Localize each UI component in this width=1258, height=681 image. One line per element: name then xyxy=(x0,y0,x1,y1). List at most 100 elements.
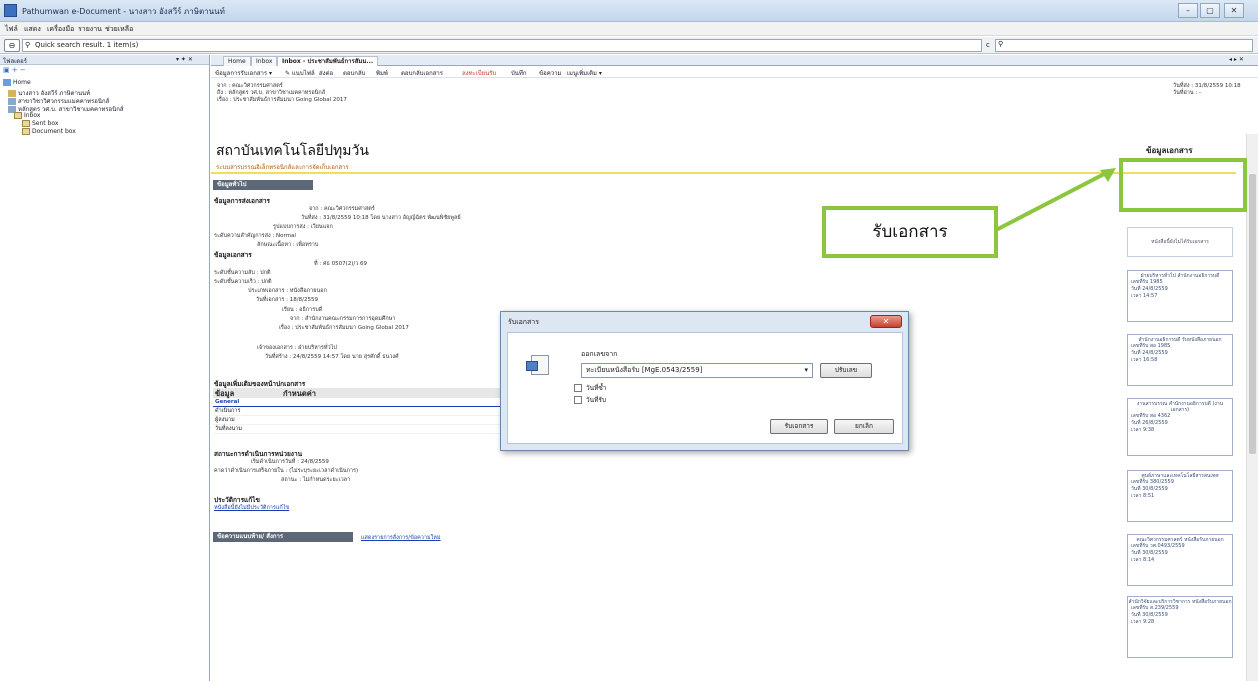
document-line: เรียน : อธิการบดี xyxy=(282,307,323,313)
routing-title: ศูนย์ภาษาและเทคโนโลยีสารสนเทศ xyxy=(1141,473,1219,479)
search-icon: ⚲ xyxy=(998,40,1004,48)
adjust-number-button[interactable]: ปรับเลข xyxy=(820,363,872,378)
menu-report[interactable]: รายงาน xyxy=(78,24,102,35)
menu-tools[interactable]: เครื่องมือ xyxy=(47,24,74,35)
receive-date-checkbox[interactable]: วันที่รับ xyxy=(574,395,606,405)
duplicate-date-checkbox[interactable]: วันที่ซ้ำ xyxy=(574,383,606,393)
general-section-bar[interactable]: ข้อมูลทั่วไป xyxy=(213,180,313,190)
routing-card: สำนักงานอธิการบดี รับหนังสือภายนอก เลขที… xyxy=(1127,334,1233,386)
routing-line: เลขที่รับ 380/2559 xyxy=(1131,479,1174,485)
reply-button[interactable]: ตอบกลับ xyxy=(343,68,365,78)
reply-document-button[interactable]: ตอบกลับเอกสาร xyxy=(401,68,443,78)
dialog-title: รับเอกสาร xyxy=(508,318,540,326)
receive-info-menu[interactable]: ข้อมูลการรับเอกสาร ▾ xyxy=(215,68,272,78)
attach-button[interactable]: ✎ แนบไฟล์ xyxy=(285,68,315,78)
document-heading: ข้อมูลเอกสาร xyxy=(214,251,252,259)
document-line: จาก : สำนักงานคณะกรรมการการอุดมศึกษา xyxy=(290,316,396,322)
attachment-section-bar[interactable]: ข้อความแนบท้าย/ สั่งการ xyxy=(213,532,353,542)
folder-panel: โฟลเดอร์ ▾ ✦ ✕ ▣ + − Home นางสาว อังสวีร… xyxy=(0,55,210,681)
tab-home[interactable]: Home xyxy=(223,56,251,66)
document-line: ที่ : ศธ 0507(2)/ว 69 xyxy=(314,261,368,267)
owner-line: เจ้าของเอกสาร : ฝ่ายบริหารทั่วไป xyxy=(257,345,337,351)
tree-label: Inbox xyxy=(24,112,41,119)
quick-search-input[interactable]: Quick search result. 1 item(s) xyxy=(22,39,982,52)
tab-inbox[interactable]: Inbox xyxy=(251,56,278,66)
minimize-button[interactable]: – xyxy=(1178,3,1198,18)
forward-button[interactable]: ส่งต่อ xyxy=(319,68,333,78)
menu-file[interactable]: ไฟล์ xyxy=(5,24,18,35)
print-button[interactable]: พิมพ์ xyxy=(376,68,388,78)
tree-item-home[interactable]: Home xyxy=(3,79,31,86)
routing-line: เวลา 9:28 xyxy=(1131,619,1155,625)
column-header: กำหนดค่า xyxy=(283,389,316,398)
dialog-close-button[interactable]: ✕ xyxy=(870,315,902,328)
menu-help[interactable]: ช่วยเหลือ xyxy=(105,24,133,35)
tree-item-sent-box[interactable]: Sent box xyxy=(22,120,58,127)
document-line: วันที่เอกสาร : 18/8/2559 xyxy=(256,297,318,303)
document-line: ระดับชั้นความลับ : ปกติ xyxy=(214,270,271,276)
folder-panel-tools: ▣ + − xyxy=(0,65,209,76)
routing-line: เลขที่รับ สอ 1985 xyxy=(1131,343,1171,349)
message-button[interactable]: ข้อความ xyxy=(539,68,561,78)
routing-line: วันที่ 30/8/2559 xyxy=(1131,550,1168,556)
note-button[interactable]: บันทึก xyxy=(511,68,527,78)
routing-line: เลขที่รับ ส.239/2559 xyxy=(1131,605,1179,611)
annotation-callout-text: รับเอกสาร xyxy=(872,222,948,242)
receive-document-button[interactable]: รับเอกสาร xyxy=(770,419,828,434)
menubar: ไฟล์ แสดง เครื่องมือ รายงาน ช่วยเหลือ xyxy=(0,22,1258,36)
maximize-button[interactable]: ▢ xyxy=(1200,3,1220,18)
add-folder-icon[interactable]: ▣ + − xyxy=(3,66,26,74)
vertical-scrollbar[interactable] xyxy=(1246,134,1258,681)
search-icon: ⚲ xyxy=(25,41,31,49)
meta-subject: เรื่อง : ประชาสัมพันธ์การสัมมนา Going Gl… xyxy=(217,97,347,103)
secondary-search-input[interactable] xyxy=(995,39,1253,52)
quick-search-value: Quick search result. 1 item(s) xyxy=(35,41,139,49)
annotation-callout: รับเอกสาร xyxy=(822,206,998,258)
routing-line: วันที่ 24/8/2559 xyxy=(1131,286,1168,292)
sender-line: วันที่ส่ง : 31/8/2559 10:18 โดย นางสาว อ… xyxy=(301,215,461,221)
status-line: คาดว่าดำเนินการเสร็จภายใน : (ไม่ระบุระยะ… xyxy=(214,468,359,474)
receive-document-dialog: รับเอกสาร ✕ ออกเลขจาก ทะเบียนหนังสือรับ … xyxy=(500,311,909,451)
scrollbar-thumb[interactable] xyxy=(1249,174,1256,454)
back-button[interactable]: ⊖ xyxy=(4,39,20,52)
tree-label: Sent box xyxy=(32,120,59,127)
receive-status-box[interactable]: หนังสือนี้ยังไม่ได้รับเอกสาร xyxy=(1127,227,1233,257)
folder-panel-header: โฟลเดอร์ ▾ ✦ ✕ xyxy=(0,55,209,65)
tab-controls[interactable]: ◂ ▸ ✕ xyxy=(1229,56,1244,63)
tree-label: Document box xyxy=(32,128,76,135)
tree-item-document-box[interactable]: Document box xyxy=(22,128,76,135)
document-line: เรื่อง : ประชาสัมพันธ์การสัมมนา Going Gl… xyxy=(279,325,409,331)
register-select-value: ทะเบียนหนังสือรับ [MgE.0543/2559] xyxy=(586,366,703,374)
checkbox-label: วันที่ซ้ำ xyxy=(586,384,607,392)
window-title: Pathumwan e-Document - นางสาว อังสวีร์ ภ… xyxy=(22,7,225,16)
routing-line: เวลา 16:58 xyxy=(1131,357,1158,363)
cancel-button[interactable]: ยกเลิก xyxy=(834,419,894,434)
sender-line: ระดับความสำคัญการส่ง : Normal xyxy=(214,233,296,239)
tree-label: Home xyxy=(13,79,31,86)
tree-item-inbox[interactable]: Inbox xyxy=(14,112,40,119)
checkbox-icon xyxy=(574,384,582,392)
show-orders-link[interactable]: แสดงรายการสั่งการ/ข้อความใหม่ xyxy=(361,534,441,542)
search-scope-dropdown[interactable]: c xyxy=(986,41,990,49)
folder-panel-controls[interactable]: ▾ ✦ ✕ xyxy=(176,56,193,63)
routing-card: งานสารบรรณ สำนักงานอธิการบดี (งานเอกสาร)… xyxy=(1127,398,1233,456)
document-info-title: ข้อมูลเอกสาร xyxy=(1146,146,1193,155)
more-menu[interactable]: เมนูเพิ่มเติม ▾ xyxy=(567,68,602,78)
register-receive-button[interactable]: ลงทะเบียนรับ xyxy=(462,68,496,78)
status-line: เริ่มดำเนินการวันที่ : 24/8/2559 xyxy=(251,459,329,465)
status-line: สถานะ : ไม่กำหนดระยะเวลา xyxy=(281,477,351,483)
routing-card: ฝ่ายบริหารทั่วไป สำนักงานอธิการบดี เลขที… xyxy=(1127,270,1233,322)
close-button[interactable]: ✕ xyxy=(1224,3,1244,18)
routing-card: คณะวิศวกรรมศาสตร์ หนังสือรับภายนอก เลขที… xyxy=(1127,534,1233,586)
routing-line: วันที่ 24/8/2559 xyxy=(1131,350,1168,356)
sender-line: ลักษณะเนื้อหา : เพื่อทราบ xyxy=(257,242,319,248)
tab-document[interactable]: Inbox - ประชาสัมพันธ์การสัมม... xyxy=(277,56,379,66)
routing-line: เลขที่รับ วศ.0493/2559 xyxy=(1131,543,1185,549)
issue-number-label: ออกเลขจาก xyxy=(581,350,618,358)
history-link[interactable]: หนังสือนี้ยังไม่มีประวัติการแก้ไข xyxy=(214,504,289,512)
register-select[interactable]: ทะเบียนหนังสือรับ [MgE.0543/2559] ▾ xyxy=(581,363,813,378)
menu-view[interactable]: แสดง xyxy=(24,24,41,35)
document-icon xyxy=(526,355,549,375)
routing-line: เวลา 8:14 xyxy=(1131,557,1155,563)
routing-line: วันที่ 30/8/2559 xyxy=(1131,486,1168,492)
